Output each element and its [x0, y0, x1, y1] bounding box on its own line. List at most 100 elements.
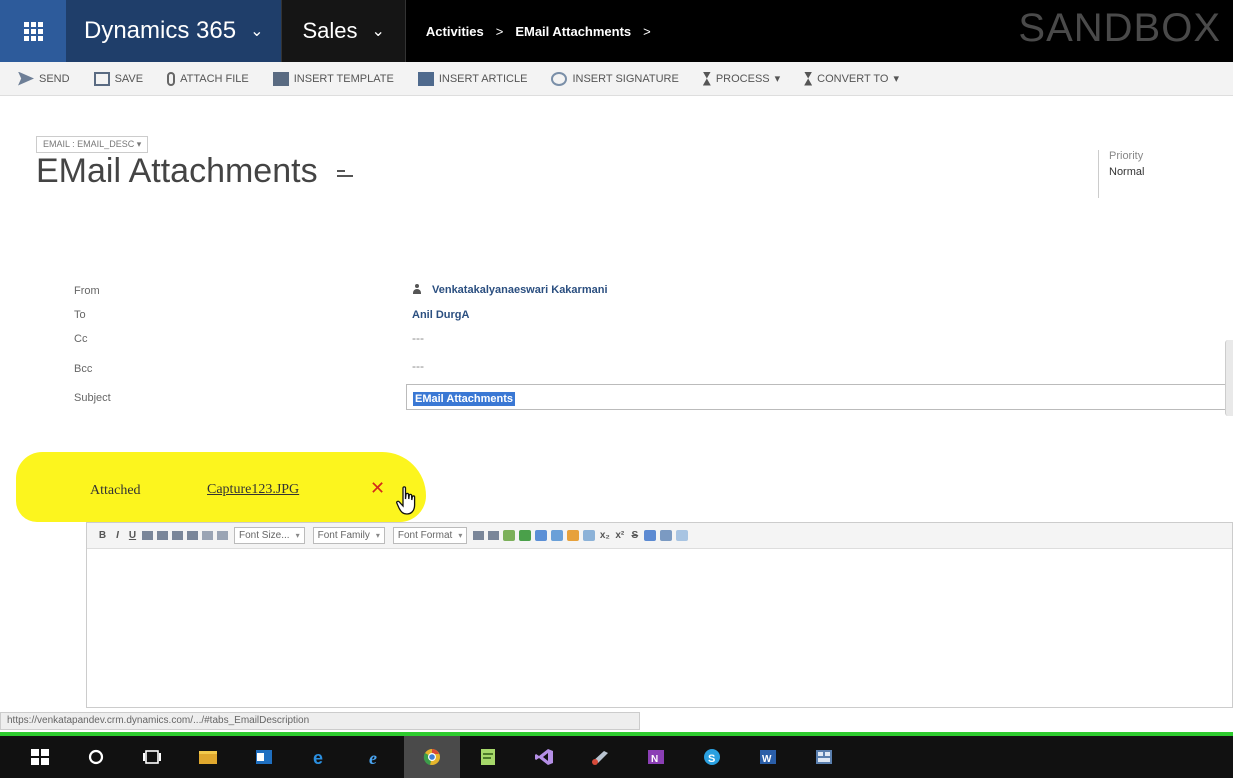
fullscreen-icon[interactable]: [676, 530, 689, 541]
image-icon[interactable]: [567, 530, 580, 541]
send-button[interactable]: SEND: [18, 71, 70, 86]
save-button[interactable]: SAVE: [93, 71, 143, 86]
environment-label: SANDBOX: [1018, 6, 1221, 50]
from-label: From: [74, 285, 100, 297]
word-button[interactable]: W: [740, 736, 796, 778]
numbered-list-icon[interactable]: [217, 531, 228, 540]
task-view-button[interactable]: [124, 736, 180, 778]
chevron-right-icon[interactable]: >: [643, 24, 651, 39]
svg-text:e: e: [313, 748, 323, 766]
to-value[interactable]: Anil DurgA: [412, 309, 469, 321]
priority-field[interactable]: Priority Normal: [1098, 150, 1144, 198]
convert-to-label: CONVERT TO: [817, 72, 889, 85]
app-name: Dynamics 365: [84, 17, 237, 44]
subscript-icon[interactable]: x₂: [599, 530, 610, 541]
from-value-text: Venkatakalyanaeswari Kakarmani: [432, 284, 608, 296]
notepad-button[interactable]: [460, 736, 516, 778]
link-icon[interactable]: [535, 530, 548, 541]
chrome-button[interactable]: [404, 736, 460, 778]
module-name: Sales: [302, 18, 358, 43]
font-size-select[interactable]: Font Size... ▾: [234, 527, 305, 544]
hand-cursor-icon: [396, 486, 416, 515]
folder-icon: [199, 751, 217, 764]
insert-template-button[interactable]: INSERT TEMPLATE: [272, 71, 394, 86]
search-icon: [88, 749, 104, 765]
app-switcher[interactable]: Dynamics 365 ⌄: [66, 0, 282, 62]
font-color-icon[interactable]: [519, 530, 532, 541]
calculator-button[interactable]: [796, 736, 852, 778]
to-label: To: [74, 309, 86, 321]
send-icon: [18, 71, 34, 86]
outlook-icon: [256, 750, 272, 764]
font-family-select[interactable]: Font Family ▾: [312, 527, 385, 544]
convert-to-button[interactable]: CONVERT TO ▾: [804, 71, 899, 86]
unlink-icon[interactable]: [551, 530, 564, 541]
email-body-editor[interactable]: B I U Font Size... ▾ Font Family ▾ Font Fo…: [86, 522, 1233, 708]
ie-icon: e: [369, 748, 377, 766]
bcc-value[interactable]: ---: [412, 359, 424, 373]
chrome-icon: [423, 749, 440, 765]
snipping-tool-button[interactable]: [572, 736, 628, 778]
internet-explorer-button[interactable]: e: [348, 736, 404, 778]
app-launcher-button[interactable]: [0, 0, 66, 62]
visual-studio-button[interactable]: [516, 736, 572, 778]
attach-file-button[interactable]: ATTACH FILE: [167, 71, 249, 86]
source-code-icon[interactable]: [644, 530, 657, 541]
waffle-icon: [23, 21, 43, 41]
bold-button[interactable]: B: [97, 530, 108, 541]
search-taskbar-button[interactable]: [68, 736, 124, 778]
remove-attachment-icon[interactable]: ✕: [370, 478, 385, 499]
windows-taskbar: e e N S W: [0, 732, 1233, 778]
font-size-placeholder: Font Size...: [239, 530, 290, 541]
indent-icon[interactable]: [488, 531, 500, 540]
record-menu-icon[interactable]: [337, 167, 354, 180]
file-explorer-button[interactable]: [180, 736, 236, 778]
caret-down-icon: ▾: [774, 73, 781, 85]
visual-studio-icon: [535, 749, 553, 765]
outdent-icon[interactable]: [473, 531, 485, 540]
outlook-button[interactable]: [236, 736, 292, 778]
align-center-icon[interactable]: [157, 531, 168, 540]
side-panel-handle[interactable]: [1225, 340, 1233, 416]
underline-button[interactable]: U: [127, 530, 138, 541]
windows-icon: [31, 749, 49, 765]
start-button[interactable]: [12, 736, 68, 778]
align-left-icon[interactable]: [142, 531, 153, 540]
italic-button[interactable]: I: [112, 530, 123, 541]
insert-signature-button[interactable]: INSERT SIGNATURE: [551, 71, 679, 86]
chevron-right-icon: >: [495, 23, 504, 39]
breadcrumb-current[interactable]: EMail Attachments: [515, 24, 631, 39]
breadcrumb-activities[interactable]: Activities: [426, 24, 484, 39]
cc-value[interactable]: ---: [412, 331, 424, 345]
insert-template-label: INSERT TEMPLATE: [293, 72, 394, 85]
bullet-list-icon[interactable]: [202, 531, 213, 540]
highlight-color-icon[interactable]: [503, 530, 516, 541]
insert-article-button[interactable]: INSERT ARTICLE: [417, 71, 527, 86]
svg-text:e: e: [369, 748, 377, 766]
module-switcher[interactable]: Sales ⌄: [281, 0, 406, 62]
onenote-button[interactable]: N: [628, 736, 684, 778]
subject-selected-text: EMail Attachments: [413, 392, 516, 406]
hourglass-icon: [804, 71, 813, 86]
save-icon: [93, 71, 110, 86]
signature-icon: [551, 71, 568, 86]
align-justify-icon[interactable]: [187, 531, 198, 540]
skype-button[interactable]: S: [684, 736, 740, 778]
bcc-label: Bcc: [74, 363, 93, 375]
font-format-select[interactable]: Font Format ▾: [392, 527, 468, 544]
cc-label: Cc: [74, 333, 88, 345]
subject-input[interactable]: EMail Attachments: [406, 384, 1233, 410]
edge-button[interactable]: e: [292, 736, 348, 778]
command-bar: SEND SAVE ATTACH FILE INSERT TEMPLATE IN…: [0, 62, 1233, 96]
process-button[interactable]: PROCESS ▾: [702, 71, 781, 86]
attach-file-label: ATTACH FILE: [180, 72, 249, 85]
strikethrough-icon[interactable]: S: [629, 530, 640, 541]
chevron-down-icon: ⌄: [250, 23, 264, 40]
table-icon[interactable]: [583, 530, 596, 541]
superscript-icon[interactable]: x²: [614, 530, 625, 541]
from-value[interactable]: Venkatakalyanaeswari Kakarmani: [412, 284, 608, 296]
align-right-icon[interactable]: [172, 531, 183, 540]
form-selector[interactable]: EMAIL : EMAIL_DESC ▾: [36, 136, 149, 153]
html-icon[interactable]: [660, 530, 673, 541]
attachment-link[interactable]: Capture123.JPG: [207, 482, 299, 498]
